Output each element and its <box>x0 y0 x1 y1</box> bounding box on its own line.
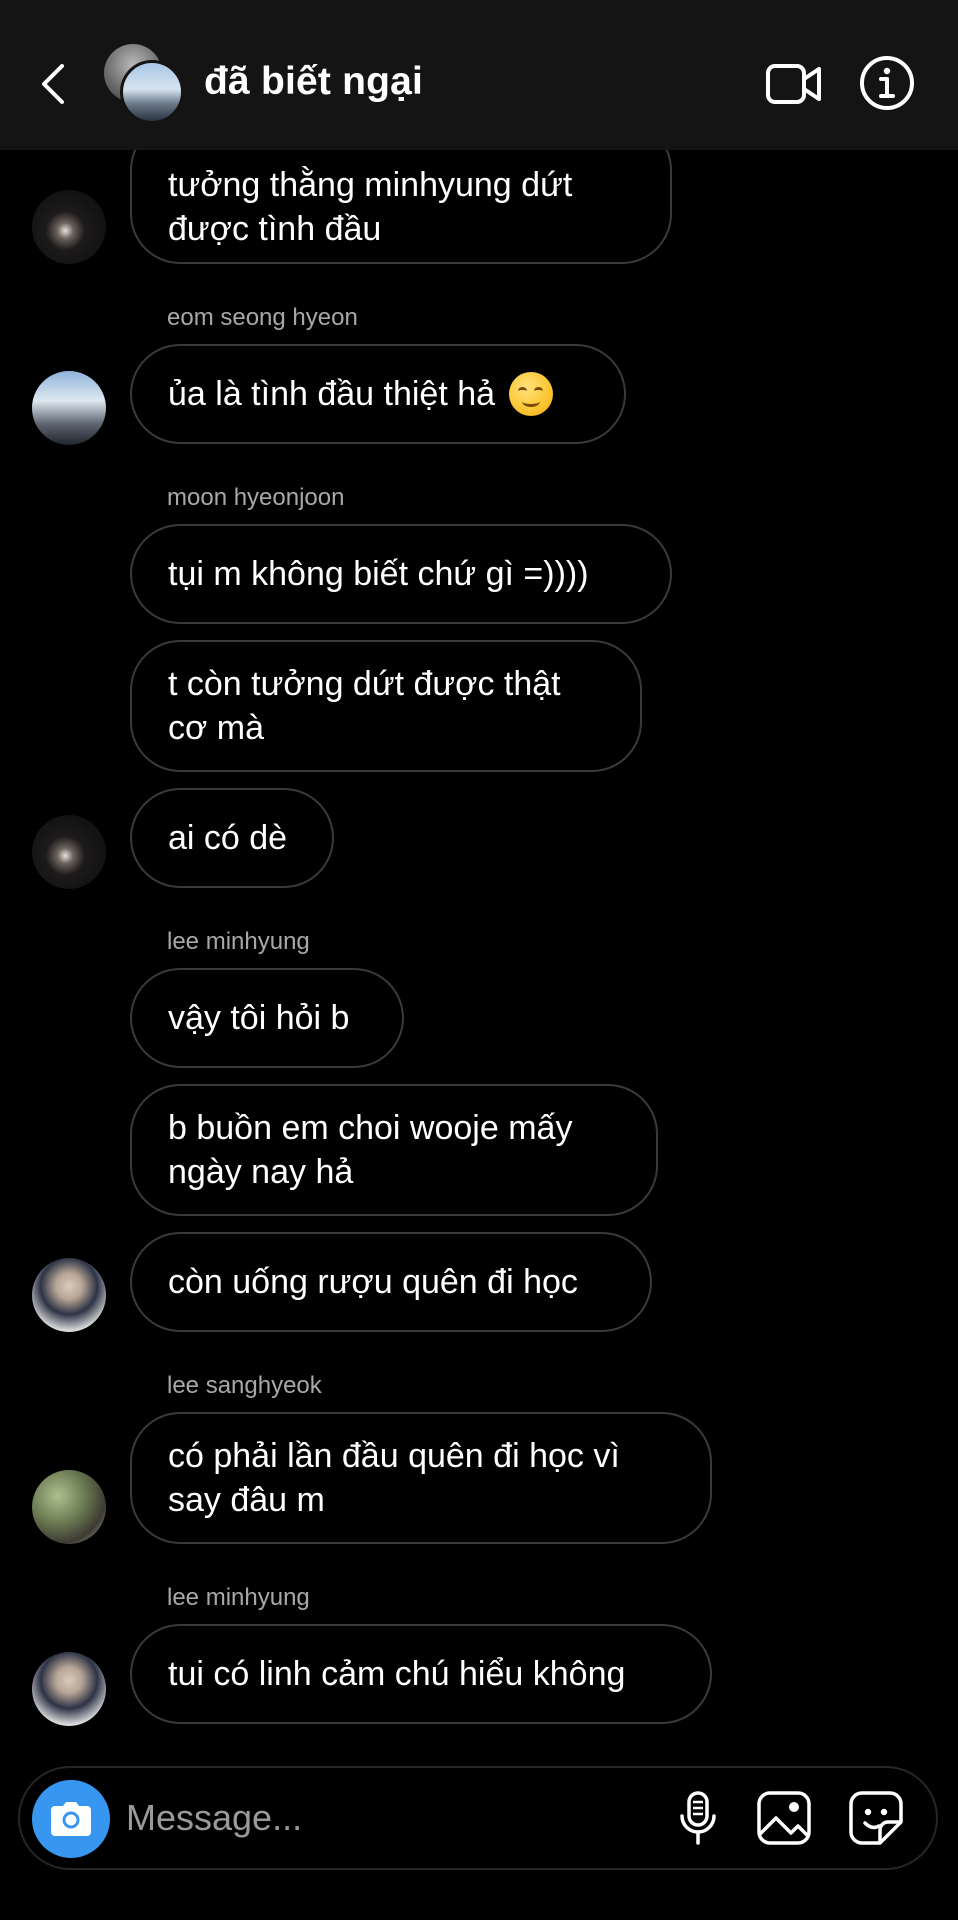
message-bubble[interactable]: ai có dè <box>130 788 334 888</box>
sender-name: lee sanghyeok <box>167 1372 322 1399</box>
info-icon <box>860 56 914 110</box>
message-bubble[interactable]: vậy tôi hỏi b <box>130 968 404 1068</box>
message-bubble[interactable]: t còn tưởng dứt được thật cơ mà <box>130 640 642 772</box>
chat-header: đã biết ngại <box>0 0 958 150</box>
avatar[interactable] <box>32 371 106 445</box>
camera-icon <box>51 1802 91 1836</box>
image-gallery-icon <box>757 1791 811 1845</box>
sender-name: moon hyeonjoon <box>167 484 345 511</box>
back-button[interactable] <box>28 52 76 116</box>
avatar[interactable] <box>32 1258 106 1332</box>
message-bubble[interactable]: ủa là tình đầu thiệt hả <box>130 344 626 444</box>
sticker-icon <box>849 1791 903 1845</box>
message-text-line: t còn tưởng dứt được thật <box>168 665 561 703</box>
chevron-left-icon <box>42 64 64 104</box>
message-text: vậy tôi hỏi b <box>168 999 350 1037</box>
message-text-line: say đâu m <box>168 1481 325 1519</box>
gallery-button[interactable] <box>754 1788 814 1848</box>
message-bubble[interactable]: có phải lần đầu quên đi học vì say đâu m <box>130 1412 712 1544</box>
avatar[interactable] <box>32 815 106 889</box>
message-text-line: được tình đầu <box>168 210 382 248</box>
info-button[interactable] <box>858 54 916 112</box>
message-text-line: có phải lần đầu quên đi học vì <box>168 1437 620 1475</box>
sender-name: eom seong hyeon <box>167 304 358 331</box>
video-camera-icon <box>766 64 821 104</box>
message-bubble[interactable]: còn uống rượu quên đi học <box>130 1232 652 1332</box>
message-text: tụi m không biết chứ gì =)))) <box>168 555 589 593</box>
message-text: ủa là tình đầu thiệt hả <box>168 375 496 413</box>
message-text-line: tưởng thằng minhyung dứt <box>168 166 573 204</box>
message-text: ai có dè <box>168 819 288 857</box>
message-text-line: b buồn em choi wooje mấy <box>168 1109 573 1147</box>
smiling-face-emoji <box>509 372 554 416</box>
voice-message-button[interactable] <box>668 1788 728 1848</box>
microphone-icon <box>680 1791 716 1845</box>
video-call-button[interactable] <box>762 56 826 112</box>
group-avatar[interactable] <box>104 44 184 124</box>
message-text: còn uống rượu quên đi học <box>168 1263 578 1301</box>
sender-name: lee minhyung <box>167 928 310 955</box>
avatar[interactable] <box>32 1652 106 1726</box>
avatar[interactable] <box>32 1470 106 1544</box>
group-avatar-front <box>120 60 184 124</box>
message-bubble[interactable]: b buồn em choi wooje mấy ngày nay hả <box>130 1084 658 1216</box>
message-bubble[interactable]: tui có linh cảm chú hiểu không <box>130 1624 712 1724</box>
camera-button[interactable] <box>32 1780 110 1858</box>
message-input[interactable] <box>126 1790 646 1846</box>
sender-name: lee minhyung <box>167 1584 310 1611</box>
chat-title[interactable]: đã biết ngại <box>204 57 423 107</box>
message-text-line: cơ mà <box>168 709 264 747</box>
message-text-line: ngày nay hả <box>168 1153 354 1191</box>
message-composer <box>18 1766 938 1870</box>
avatar[interactable] <box>32 190 106 264</box>
message-bubble[interactable]: tụi m không biết chứ gì =)))) <box>130 524 672 624</box>
sticker-button[interactable] <box>846 1788 906 1848</box>
message-text: tui có linh cảm chú hiểu không <box>168 1655 626 1693</box>
